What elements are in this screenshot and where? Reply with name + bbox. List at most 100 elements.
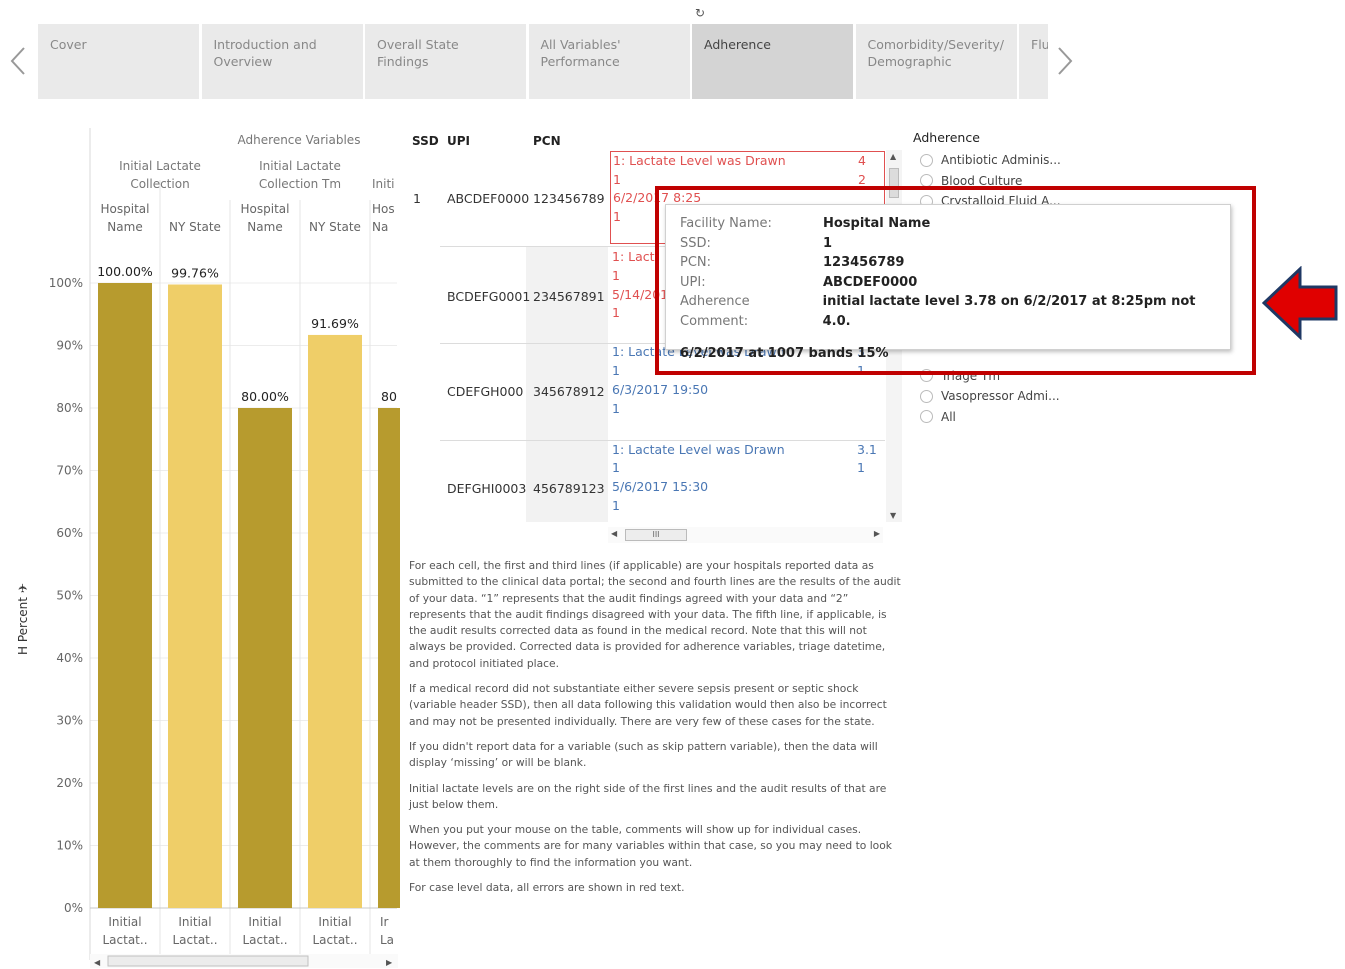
cell-line-2: 1 [613, 172, 621, 187]
category-label: Lactat.. [172, 933, 217, 947]
audit-result: 1 [857, 460, 865, 475]
tab-cover[interactable]: Cover [38, 24, 199, 99]
subheader-label: Hospital [241, 202, 290, 216]
column-header-upi[interactable]: UPI [447, 134, 470, 148]
cell-line-1: 1: Lact [612, 249, 655, 264]
filter-option[interactable]: Antibiotic Adminis... [913, 150, 1113, 171]
group-label: Collection [130, 177, 189, 191]
adherence-bar-chart: 0% 10% 20% 30% 40% 50% 60% 70% 80% 90% 100% Adheren… [0, 120, 400, 969]
category-label: Initial [248, 915, 281, 929]
lactate-value: 4 [858, 153, 866, 168]
note-paragraph: If a medical record did not substantiate… [409, 682, 887, 728]
y-tick-label: 80% [56, 401, 83, 415]
y-tick-label: 100% [49, 276, 83, 290]
tab-overall-state-findings[interactable]: Overall State Findings [365, 24, 526, 99]
scroll-thumb[interactable]: III [625, 529, 687, 541]
radio-icon[interactable] [920, 410, 933, 424]
bar-data-label: 80 [381, 389, 397, 404]
filter-option-label: Antibiotic Adminis... [941, 153, 1061, 168]
filter-option[interactable]: Vasopressor Admi... [913, 386, 1113, 407]
category-label: Initial [108, 915, 141, 929]
cell-line-3: 6/3/2017 19:50 [612, 382, 709, 397]
cell-line-4: 1 [612, 305, 620, 320]
category-label: Lactat.. [312, 933, 357, 947]
y-tick-label: 0% [64, 901, 83, 915]
subheader-label: Hospital [101, 202, 150, 216]
scroll-left-icon[interactable]: ◀ [611, 529, 617, 538]
tab-flu[interactable]: Flu [1019, 24, 1048, 99]
y-axis-title: H Percent ✈ [16, 583, 30, 655]
cell-line-2: 1 [612, 363, 620, 378]
radio-icon[interactable] [920, 153, 933, 167]
subheader-label: NY State [309, 220, 361, 234]
scroll-up-icon[interactable]: ▲ [890, 152, 896, 161]
filter-option-label: Vasopressor Admi... [941, 389, 1060, 404]
bar-data-label: 100.00% [97, 264, 153, 279]
column-header-ssd[interactable]: SSD [412, 134, 439, 148]
y-tick-label: 70% [56, 464, 83, 478]
upi-cell: ABCDEF0000 [447, 191, 530, 206]
revert-icon[interactable]: ↻ [693, 6, 707, 20]
cell-line-4: 1 [613, 209, 621, 224]
category-label: Initial [178, 915, 211, 929]
category-label: La [380, 933, 394, 947]
scroll-right-icon[interactable]: ▶ [874, 529, 880, 538]
chevron-right-icon[interactable] [1053, 44, 1077, 78]
subheader-label: Name [107, 220, 142, 234]
y-tick-label: 20% [56, 776, 83, 790]
note-paragraph: If you didn't report data for a variable… [409, 739, 878, 770]
dashboard-tabs: Cover Introduction and Overview Overall … [38, 24, 1048, 99]
scroll-left-icon: ◀ [94, 958, 101, 967]
y-tick-label: 30% [56, 714, 83, 728]
chevron-left-icon[interactable] [6, 44, 30, 78]
category-label: Ir [380, 915, 389, 929]
highlight-box [655, 186, 1256, 375]
bar-data-label: 91.69% [311, 316, 359, 331]
pcn-cell: 123456789 [533, 191, 605, 206]
cell-line-4: 1 [612, 401, 620, 416]
upi-cell: CDEFGH000 [447, 384, 524, 399]
subheader-label: Hos [372, 202, 395, 216]
note-paragraph: When you put your mouse on the table, co… [409, 823, 892, 869]
group-label: Initial Lactate [259, 159, 341, 173]
group-label: Initi [372, 177, 395, 191]
cell-line-1: 1: Lactate Level was Drawn [613, 153, 786, 168]
bar [98, 283, 152, 908]
row-divider [440, 440, 885, 441]
tab-adherence[interactable]: Adherence [692, 24, 853, 99]
category-label: Lactat.. [102, 933, 147, 947]
subheader-label: Name [247, 220, 282, 234]
cell-line-3: 5/6/2017 15:30 [612, 479, 709, 494]
bar-data-label: 99.76% [171, 266, 219, 281]
tab-comorbidity[interactable]: Comorbidity/Severity/ Demographic [855, 24, 1017, 99]
bar [378, 408, 400, 908]
column-header-pcn[interactable]: PCN [533, 134, 561, 148]
cell-line-1: 1: Lactate Level was Drawn [612, 442, 785, 457]
scroll-down-icon[interactable]: ▼ [890, 511, 896, 520]
bar-data-label: 80.00% [241, 389, 289, 404]
note-paragraph: Initial lactate levels are on the right … [409, 781, 887, 811]
lactate-value: 3.1 [857, 442, 877, 457]
bar [168, 284, 222, 908]
cell-line-4: 1 [612, 498, 620, 513]
tab-introduction[interactable]: Introduction and Overview [201, 24, 363, 99]
filter-title: Adherence [913, 130, 980, 145]
pin-icon[interactable]: ✈ [16, 583, 30, 593]
bar [238, 408, 292, 908]
cell-line-2: 1 [612, 460, 620, 475]
table-horizontal-scrollbar[interactable]: ◀ III ▶ [608, 527, 883, 543]
y-tick-label: 50% [56, 589, 83, 603]
scroll-thumb [107, 955, 309, 967]
filter-option[interactable]: All [913, 407, 1113, 428]
pcn-cell: 345678912 [533, 384, 605, 399]
pcn-cell: 456789123 [533, 481, 605, 496]
explanatory-notes: For each cell, the first and third lines… [409, 558, 904, 905]
radio-icon[interactable] [920, 389, 933, 403]
y-tick-label: 10% [56, 839, 83, 853]
category-label: Lactat.. [242, 933, 287, 947]
note-paragraph: For case level data, all errors are show… [409, 881, 685, 895]
upi-cell: BCDEFG0001 [447, 289, 531, 304]
ssd-cell: 1 [413, 191, 421, 206]
tab-all-variables[interactable]: All Variables' Performance [528, 24, 690, 99]
y-tick-label: 40% [56, 651, 83, 665]
